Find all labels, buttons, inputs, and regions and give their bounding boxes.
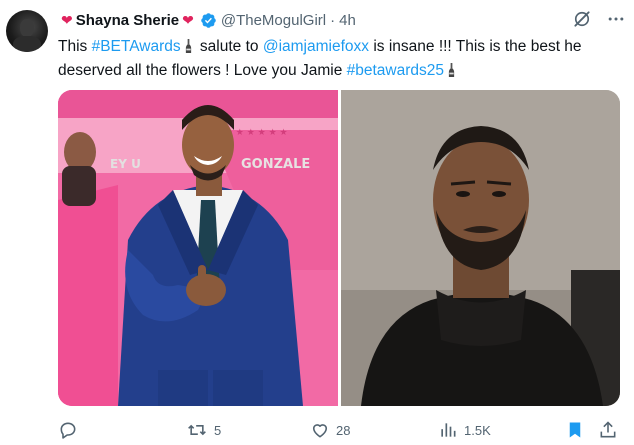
portrait-photo-art — [341, 90, 620, 406]
retweet-count: 5 — [214, 422, 222, 438]
bookmark-filled-icon — [569, 422, 581, 438]
mention-link[interactable]: @iamjamiefoxx — [263, 38, 369, 55]
verified-badge-icon — [201, 12, 216, 28]
grok-icon[interactable] — [572, 9, 592, 29]
header-actions — [572, 9, 626, 29]
views-button[interactable]: 1.5K — [438, 420, 491, 440]
heart-emoji-right: ❤ — [182, 12, 194, 28]
tweet-text: This #BETAwards salute to @iamjamiefoxx … — [58, 35, 624, 83]
reply-icon — [60, 422, 76, 439]
retweet-button[interactable]: 5 — [186, 420, 221, 440]
heart-outline-icon — [312, 424, 328, 438]
retweet-icon — [188, 424, 206, 436]
champagne-bottle-icon — [185, 39, 191, 53]
views-count: 1.5K — [464, 422, 491, 438]
portrait-photo[interactable] — [341, 90, 620, 406]
champagne-bottle-icon — [448, 63, 455, 77]
like-count: 28 — [336, 422, 351, 438]
avatar-body — [13, 36, 41, 52]
separator-dot: · — [330, 11, 336, 29]
more-options-icon[interactable] — [606, 9, 626, 29]
tweet-text-fragment: salute to — [195, 38, 263, 55]
red-carpet-photo[interactable]: ★ ★ ★ ★ ★ ★ ★ ★ EY U GONZALE — [58, 90, 338, 406]
timestamp[interactable]: 4h — [339, 12, 356, 29]
more-options-icon-svg — [608, 17, 624, 21]
heart-emoji-left: ❤ — [61, 12, 73, 28]
user-handle[interactable]: @TheMogulGirl — [221, 12, 326, 29]
avatar-face — [20, 19, 34, 37]
share-icon — [600, 421, 616, 438]
tweet-text-fragment: This — [58, 38, 92, 55]
views-chart-icon — [441, 423, 456, 437]
reply-button[interactable] — [58, 420, 84, 440]
like-button[interactable]: 28 — [310, 420, 350, 440]
bookmark-button[interactable] — [566, 420, 584, 440]
hashtag-link[interactable]: #BETAwards — [92, 38, 181, 55]
sign-text-right: GONZALE — [241, 157, 310, 172]
avatar[interactable] — [6, 10, 48, 52]
red-carpet-photo-art: ★ ★ ★ ★ ★ ★ ★ ★ EY U GONZALE — [58, 90, 338, 406]
share-button[interactable] — [598, 420, 618, 440]
hashtag-link[interactable]: #betawards25 — [347, 62, 444, 79]
media-grid: ★ ★ ★ ★ ★ ★ ★ ★ EY U GONZALE — [58, 90, 620, 406]
tweet-header: ❤ Shayna Sherie ❤ @TheMogulGirl · 4h — [58, 9, 626, 31]
display-name[interactable]: Shayna Sherie — [76, 12, 179, 29]
sign-text-left: EY U — [110, 157, 141, 171]
action-bar: 5 28 1.5K — [58, 419, 626, 441]
grok-icon-svg — [574, 11, 590, 27]
